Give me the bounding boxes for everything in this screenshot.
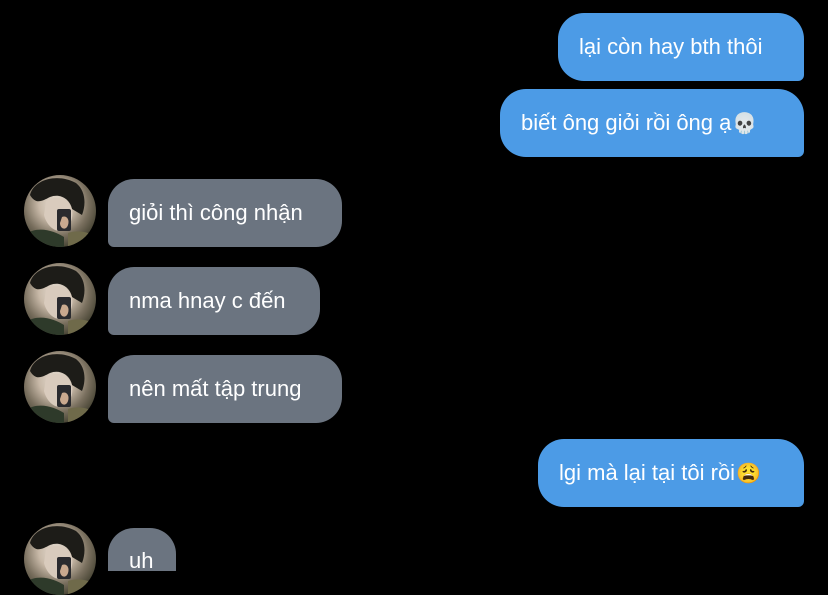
avatar-photo-icon [24, 526, 96, 595]
message-text: nma hnay c đến [129, 288, 286, 313]
message-text: uh [129, 548, 154, 573]
weary-face-emoji-icon: 😩 [736, 463, 761, 486]
contact-avatar[interactable] [24, 263, 96, 335]
message-bubble-sent[interactable]: biết ông giỏi rồi ông ạ💀 [500, 89, 804, 157]
message-text: biết ông giỏi rồi ông ạ [521, 110, 732, 135]
message-text: lại còn hay bth thôi [579, 34, 763, 59]
contact-avatar[interactable] [24, 175, 96, 247]
contact-avatar[interactable] [24, 351, 96, 423]
message-bubble-received[interactable]: uh [108, 528, 176, 573]
message-bubble-received[interactable]: nên mất tập trung [108, 355, 342, 423]
avatar-photo-icon [24, 178, 96, 247]
skull-emoji-icon: 💀 [732, 113, 758, 136]
message-bubble-sent[interactable]: lgi mà lại tại tôi rồi😩 [538, 439, 804, 507]
message-bubble-sent[interactable]: lại còn hay bth thôi [558, 13, 804, 81]
message-text: nên mất tập trung [129, 376, 302, 401]
message-text: giỏi thì công nhận [129, 200, 303, 225]
message-text: lgi mà lại tại tôi rồi [559, 460, 736, 485]
avatar-photo-icon [24, 354, 96, 423]
message-bubble-received[interactable]: nma hnay c đến [108, 267, 320, 335]
avatar-photo-icon [24, 266, 96, 335]
message-bubble-received[interactable]: giỏi thì công nhận [108, 179, 342, 247]
contact-avatar[interactable] [24, 523, 96, 595]
chat-thread[interactable]: lại còn hay bth thôi biết ông giỏi rồi ô… [0, 0, 828, 595]
